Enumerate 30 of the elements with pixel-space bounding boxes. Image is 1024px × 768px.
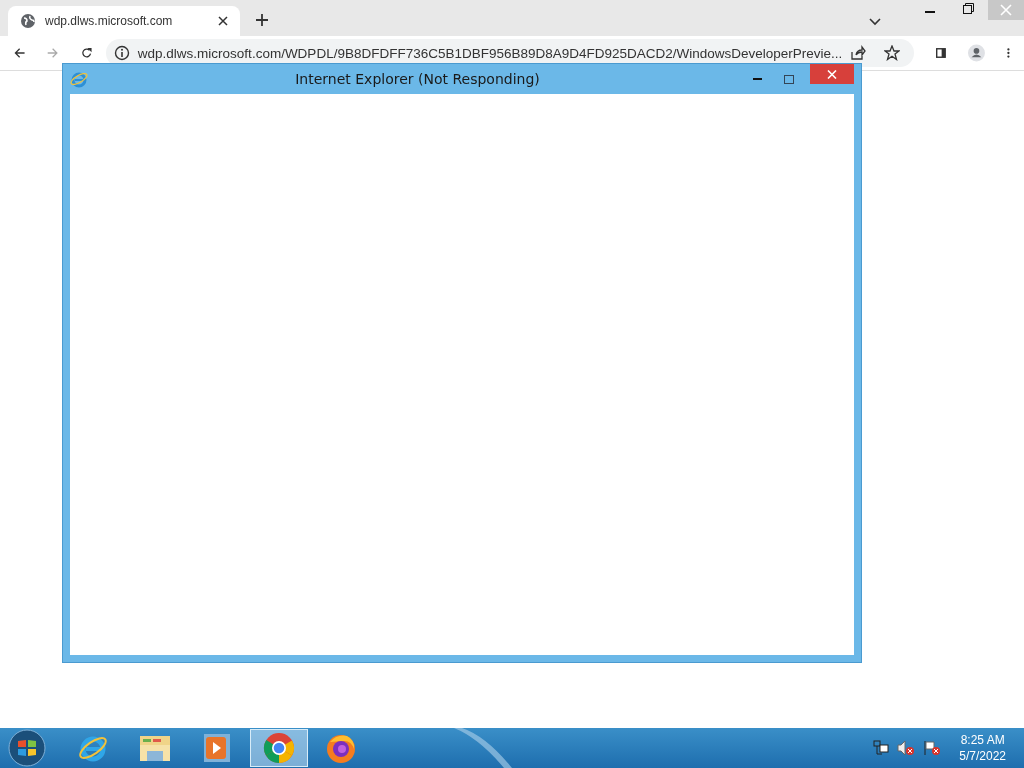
globe-icon [20,13,36,29]
close-icon [1000,4,1012,16]
play-icon [204,734,230,762]
info-icon [113,45,130,61]
start-button[interactable] [8,729,46,767]
menu-icon[interactable] [1007,46,1010,60]
folder-icon [139,733,171,763]
chrome-logo-icon [263,732,295,764]
star-icon[interactable] [884,45,901,61]
chevron-down-icon[interactable] [869,18,881,26]
new-tab-icon[interactable] [256,14,268,26]
share-icon[interactable] [850,45,867,61]
browser-tab[interactable]: wdp.dlws.microsoft.com [8,6,240,36]
ie-logo-icon [70,70,88,88]
maximize-icon[interactable] [784,74,794,84]
firefox-logo-icon [325,732,357,764]
side-panel-icon[interactable] [936,46,947,60]
close-button[interactable] [810,64,854,84]
network-icon[interactable] [873,740,890,756]
minimize-icon[interactable] [753,77,762,81]
minimize-icon[interactable] [925,11,935,14]
taskbar-button[interactable] [250,729,308,767]
window-title: Internet Explorer (Not Responding) [294,71,541,87]
clock-time: 8:25 AM [960,732,1005,748]
muted-speaker-icon[interactable] [897,740,916,756]
close-icon [827,69,837,79]
close-icon[interactable] [218,16,228,26]
restore-icon[interactable] [963,3,974,14]
clock-date: 5/7/2022 [959,748,1006,764]
flag-icon[interactable] [923,740,942,756]
